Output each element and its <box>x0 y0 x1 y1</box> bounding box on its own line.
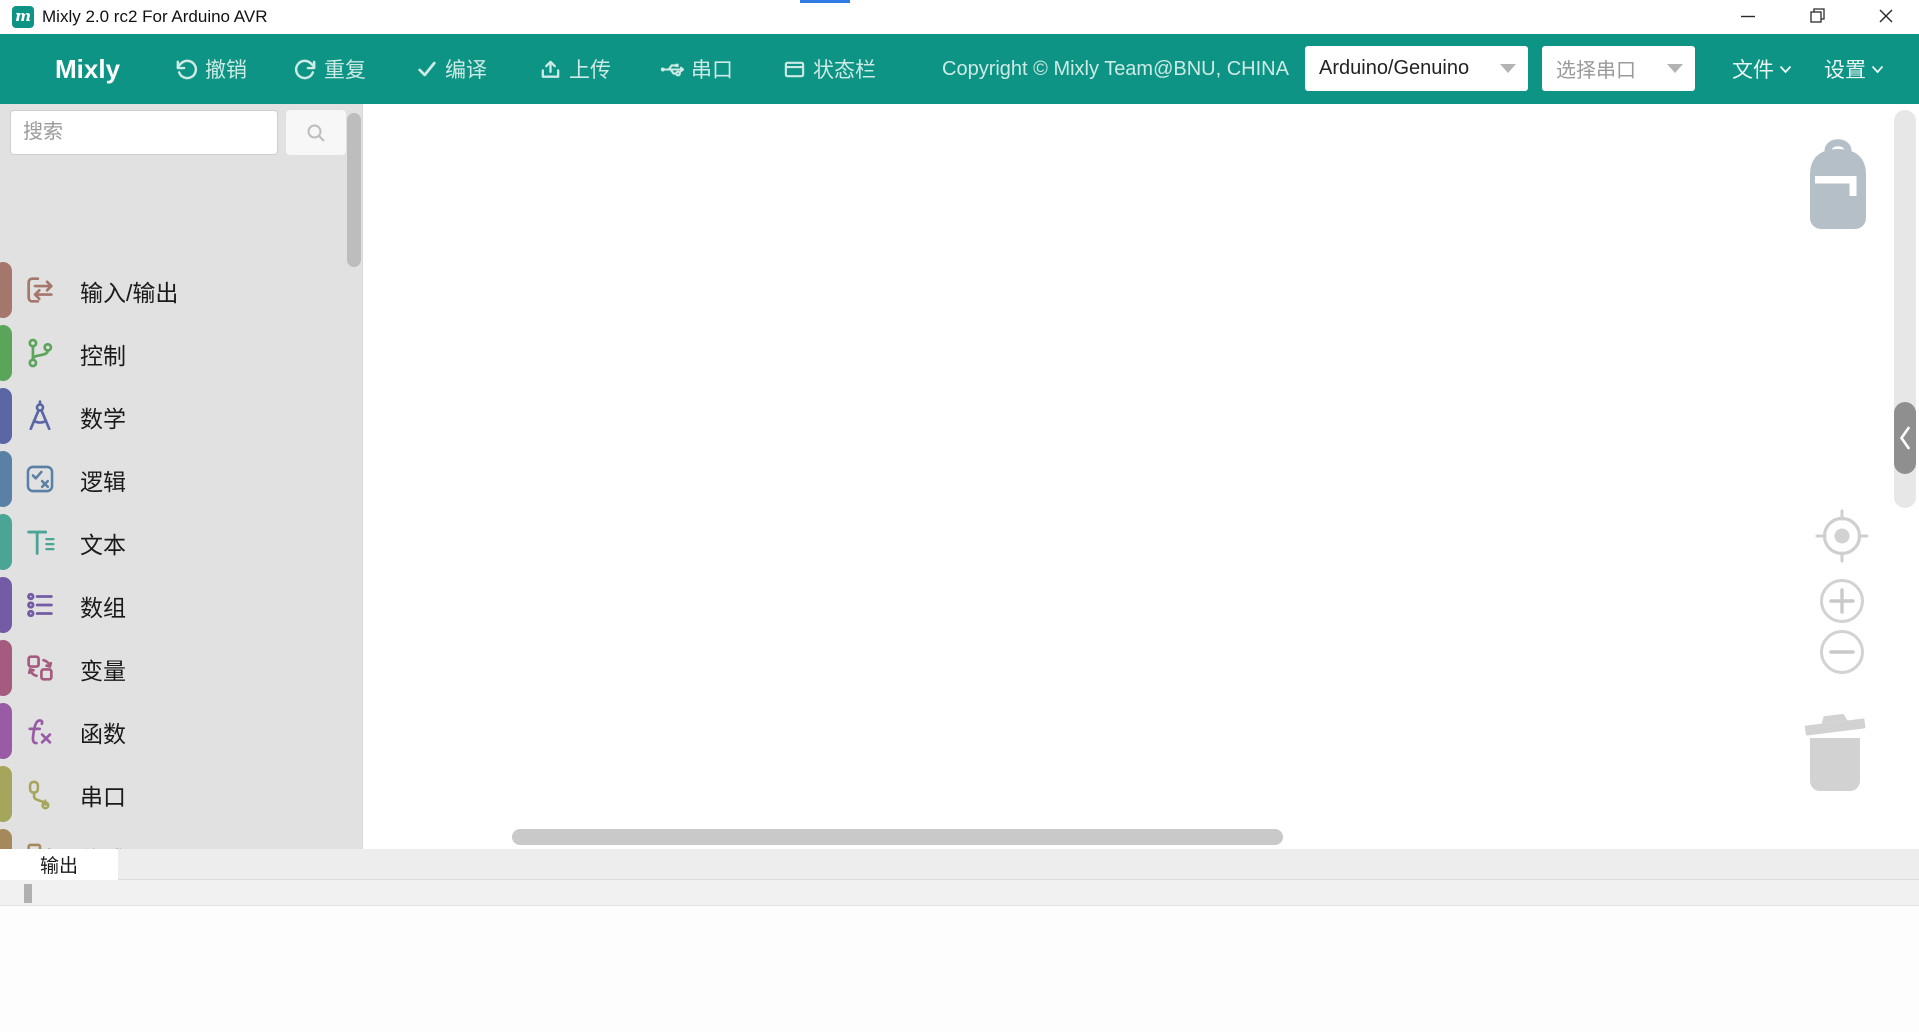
collapse-panel-handle[interactable] <box>1894 402 1916 474</box>
category-color-bar <box>0 640 12 696</box>
minimize-button[interactable] <box>1726 0 1770 32</box>
copyright-text: Copyright © Mixly Team@BNU, CHINA <box>942 34 1289 104</box>
chevron-down-icon <box>1667 64 1683 73</box>
settings-menu-label: 设置 <box>1824 54 1866 84</box>
mixly-logo-icon: m <box>12 6 34 28</box>
window-title: Mixly 2.0 rc2 For Arduino AVR <box>42 0 268 34</box>
category-label: 输入/输出 <box>80 274 178 308</box>
category-color-bar <box>0 577 12 633</box>
undo-label: 撤销 <box>205 54 247 84</box>
chevron-down-icon <box>1871 65 1884 74</box>
category-color-bar <box>0 766 12 822</box>
brand-button[interactable]: Mixly <box>55 34 120 104</box>
horizontal-scrollbar[interactable] <box>512 829 1283 845</box>
category-label: 逻辑 <box>80 463 126 497</box>
chevron-down-icon <box>1779 65 1792 74</box>
compile-label: 编译 <box>445 54 487 84</box>
trash-icon[interactable] <box>1798 710 1872 794</box>
port-selector-dropdown[interactable]: 选择串口 <box>1542 46 1695 91</box>
undo-button[interactable]: 撤销 <box>175 34 247 104</box>
restore-icon <box>1809 7 1827 25</box>
main-toolbar: Mixly 撤销 重复 <box>0 34 1919 104</box>
settings-menu[interactable]: 设置 <box>1824 34 1884 104</box>
backpack-icon[interactable] <box>1806 133 1870 231</box>
category-label: 变量 <box>80 652 126 686</box>
search-button[interactable] <box>286 110 346 155</box>
serial-label: 串口 <box>691 54 733 84</box>
titlebar: m Mixly 2.0 rc2 For Arduino AVR <box>0 0 1919 34</box>
category-color-bar <box>0 325 12 381</box>
tab-output[interactable]: 输出 <box>0 849 118 880</box>
category-color-bar <box>0 262 12 318</box>
upload-button[interactable]: 上传 <box>539 34 611 104</box>
sidebar-item-control[interactable]: 控制 <box>0 322 348 385</box>
statusbar-toggle-button[interactable]: 状态栏 <box>783 34 876 104</box>
board-selector-dropdown[interactable]: Arduino/Genuino <box>1305 46 1528 91</box>
chevron-left-icon <box>1898 424 1912 452</box>
sidebar-item-io[interactable]: 输入/输出 <box>0 259 348 322</box>
category-color-bar <box>0 451 12 507</box>
category-label: 串口 <box>80 778 126 812</box>
swap-squares-icon <box>22 650 58 686</box>
branch-icon <box>22 335 58 371</box>
sidebar-scrollbar[interactable] <box>347 113 361 267</box>
category-label: 数学 <box>80 400 126 434</box>
output-caret <box>24 884 32 903</box>
usb-serial-icon <box>659 57 684 82</box>
statusbar-window-icon <box>783 58 806 81</box>
statusbar-label: 状态栏 <box>813 54 876 84</box>
board-selector-value: Arduino/Genuino <box>1319 57 1469 80</box>
zoom-out-button[interactable] <box>1819 629 1865 675</box>
center-view-icon[interactable] <box>1814 508 1870 564</box>
block-category-sidebar: 输入/输出 控制 数学 <box>0 104 362 849</box>
close-button[interactable] <box>1864 0 1908 32</box>
redo-icon <box>294 58 317 81</box>
compile-button[interactable]: 编译 <box>416 34 487 104</box>
category-color-bar <box>0 388 12 444</box>
blockly-workspace-canvas[interactable] <box>362 104 1919 849</box>
output-console-header <box>0 880 1919 906</box>
fx-icon <box>22 713 58 749</box>
mixly-app-window: m Mixly 2.0 rc2 For Arduino AVR Mixly <box>0 0 1919 1032</box>
upload-label: 上传 <box>569 54 611 84</box>
compass-icon <box>22 398 58 434</box>
search-icon <box>304 121 328 145</box>
search-input[interactable] <box>10 110 278 155</box>
category-label: 控制 <box>80 337 126 371</box>
sidebar-item-serialport[interactable]: 串口 <box>0 763 348 826</box>
chevron-down-icon <box>1500 64 1516 73</box>
redo-button[interactable]: 重复 <box>294 34 366 104</box>
close-icon <box>1877 7 1895 25</box>
text-t-icon <box>22 524 58 560</box>
category-color-bar <box>0 703 12 759</box>
top-blue-notch <box>800 0 850 3</box>
category-label: 数组 <box>80 589 126 623</box>
output-console-body[interactable] <box>0 906 1919 1032</box>
category-label: 文本 <box>80 526 126 560</box>
sidebar-item-logic[interactable]: 逻辑 <box>0 448 348 511</box>
sidebar-item-array[interactable]: 数组 <box>0 574 348 637</box>
zoom-in-button[interactable] <box>1819 578 1865 624</box>
minimize-icon <box>1739 7 1757 25</box>
compile-check-icon <box>416 58 438 80</box>
io-arrows-icon <box>22 272 58 308</box>
bottom-tabbar: 输出 <box>0 849 1919 880</box>
sidebar-item-math[interactable]: 数学 <box>0 385 348 448</box>
cable-icon <box>22 776 58 812</box>
category-label: 函数 <box>80 715 126 749</box>
port-selector-value: 选择串口 <box>1556 54 1636 83</box>
category-color-bar <box>0 514 12 570</box>
checkbox-logic-icon <box>22 461 58 497</box>
serial-monitor-button[interactable]: 串口 <box>659 34 733 104</box>
file-menu[interactable]: 文件 <box>1732 34 1792 104</box>
list-icon <box>22 587 58 623</box>
sidebar-item-text[interactable]: 文本 <box>0 511 348 574</box>
upload-icon <box>539 58 562 81</box>
restore-button[interactable] <box>1796 0 1840 32</box>
sidebar-item-function[interactable]: 函数 <box>0 700 348 763</box>
undo-icon <box>175 58 198 81</box>
sidebar-item-variable[interactable]: 变量 <box>0 637 348 700</box>
redo-label: 重复 <box>324 54 366 84</box>
file-menu-label: 文件 <box>1732 54 1774 84</box>
